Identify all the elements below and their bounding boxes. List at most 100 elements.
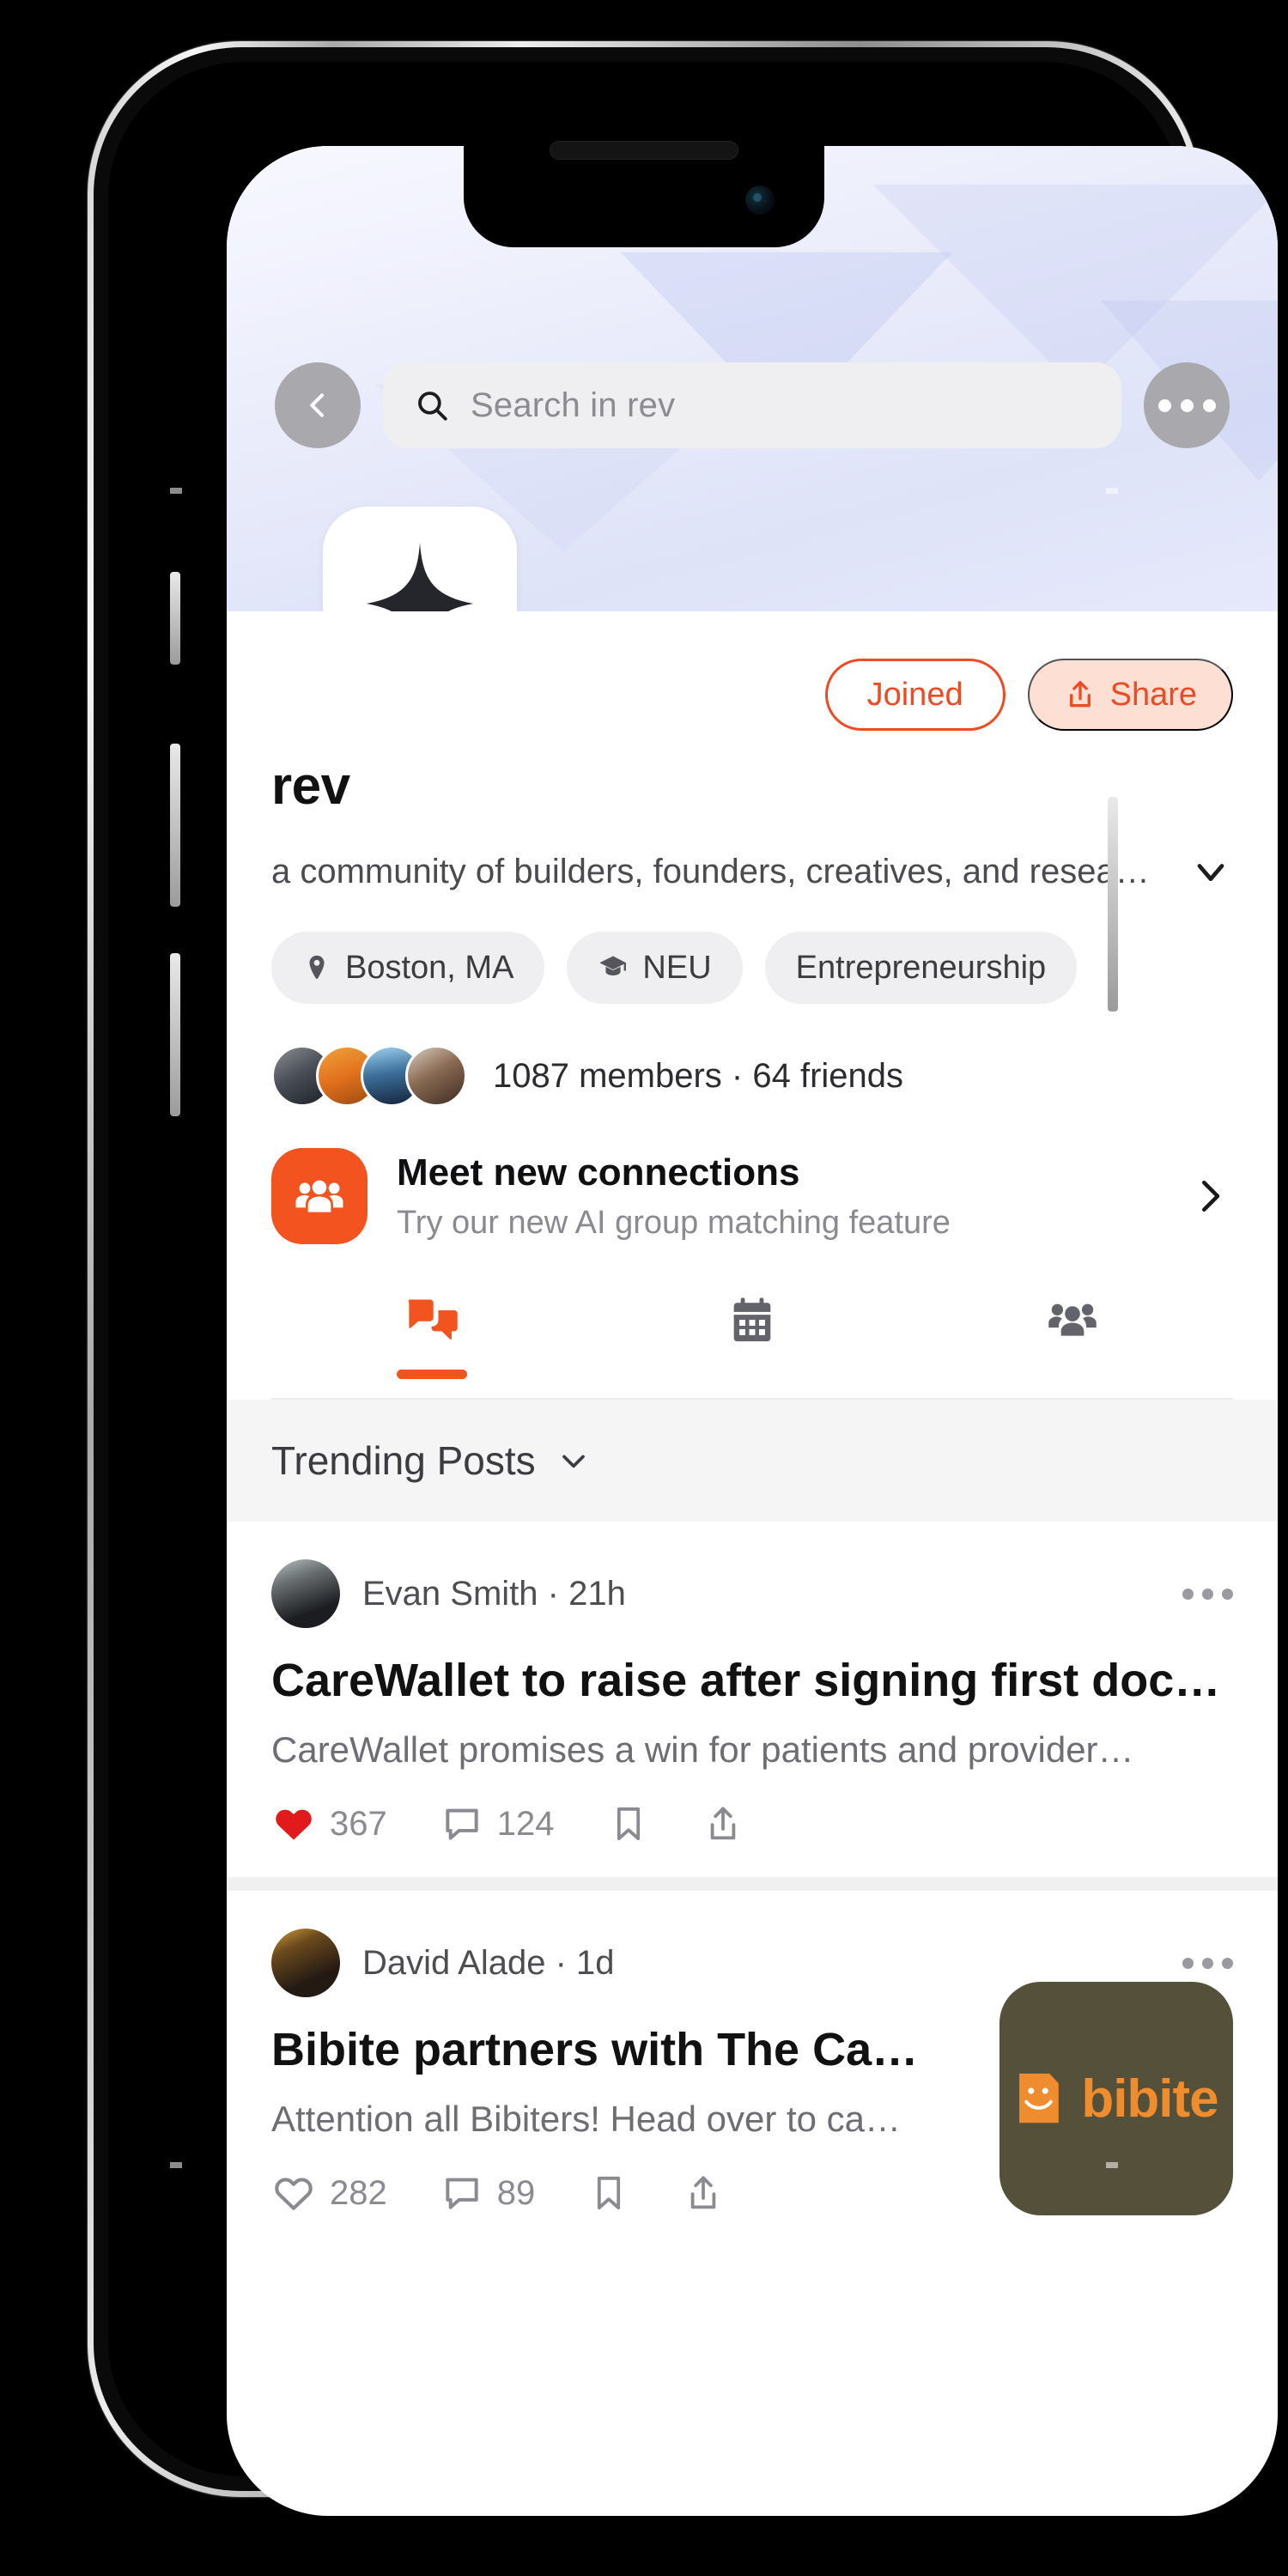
group-description: a community of builders, founders, creat… [271,852,1150,890]
calendar-icon [733,1297,771,1342]
post-more-button[interactable] [1182,1588,1233,1600]
people-group-icon [271,1148,368,1244]
chevron-down-icon[interactable] [555,1442,592,1479]
tag-topic[interactable]: Entrepreneurship [764,932,1078,1004]
location-pin-icon [309,955,325,979]
tab-posts[interactable] [271,1292,592,1398]
page-title: rev [271,756,350,816]
antenna-line [1106,2162,1118,2168]
post-more-button[interactable] [1182,1957,1233,1969]
group-logo [323,507,517,611]
people-group-glyph [295,1180,343,1212]
tag-label: Entrepreneurship [795,949,1047,986]
like-count: 282 [330,2173,387,2212]
phone-bezel: Search in rev Joined Share rev a communi… [94,47,1278,2516]
antenna-line [170,2162,182,2168]
share-label: Share [1109,676,1197,713]
share-upload-icon [1069,681,1091,708]
post-body: Attention all Bibiters! Head over to ca… [271,2099,902,2140]
bookmark-icon [617,1807,640,1841]
members-count: 1087 members · 64 friends [493,1056,904,1095]
post-title: Bibite partners with The Capital… [271,2024,924,2076]
phone-inner-bezel: Search in rev Joined Share rev a communi… [108,62,1278,2516]
connect-card-subtitle: Try our new AI group matching feature [397,1204,951,1241]
post-header: Evan Smith · 21h [271,1559,1233,1628]
tab-events[interactable] [592,1292,912,1398]
antenna-line [1106,488,1118,494]
power-button[interactable] [1108,797,1118,1012]
member-avatar-stack [271,1045,467,1107]
bookmark-button[interactable] [608,1803,649,1844]
post-share-button[interactable] [702,1803,744,1844]
trending-posts-label: Trending Posts [271,1438,536,1483]
like-button[interactable]: 282 [271,2171,387,2215]
antenna-line [170,488,182,494]
chevron-left-icon [310,393,324,417]
comment-button[interactable]: 124 [440,1802,555,1845]
post-thumbnail[interactable]: bibite [999,1982,1233,2216]
antenna-line [397,2445,403,2459]
phone-notch [464,141,824,247]
earpiece-speaker [550,141,738,160]
tab-active-indicator [396,1370,467,1379]
tag-label: NEU [642,949,712,986]
people-group-icon [1048,1303,1097,1336]
post-body: CareWallet promises a win for patients a… [271,1729,1134,1771]
ellipsis-icon [1157,398,1216,412]
tab-active-indicator [1037,1366,1108,1376]
comment-count: 124 [496,1804,555,1843]
meet-new-connections-card[interactable]: Meet new connections Try our new AI grou… [271,1148,1233,1244]
screenshot-stage: Search in rev Joined Share rev a communi… [0,0,1288,2576]
tag-location[interactable]: Boston, MA [271,932,545,1004]
volume-up-button[interactable] [170,744,180,907]
group-description-row[interactable]: a community of builders, founders, creat… [271,849,1233,894]
more-options-button[interactable] [1144,362,1230,448]
comment-count: 89 [496,2173,536,2212]
search-placeholder: Search in rev [471,386,676,424]
group-actions: Joined Share [271,611,1233,737]
volume-down-button[interactable] [170,953,180,1116]
back-button[interactable] [275,362,361,448]
share-upload-icon [710,1807,735,1840]
top-navigation-bar: Search in rev [227,362,1278,448]
tab-members[interactable] [913,1292,1233,1398]
chevron-right-icon[interactable] [1187,1173,1233,1219]
connect-card-text: Meet new connections Try our new AI grou… [397,1151,1157,1242]
comment-bubble-icon [446,2178,478,2209]
heart-outline-icon [275,2178,313,2211]
avatar [405,1045,467,1107]
comment-bubble-icon [446,1808,478,1840]
phone-screen: Search in rev Joined Share rev a communi… [227,146,1278,2516]
group-tab-bar [271,1292,1233,1400]
trending-posts-selector[interactable]: Trending Posts [227,1400,1278,1522]
post-card[interactable]: Evan Smith · 21h CareWallet to raise aft… [227,1522,1278,1878]
joined-button[interactable]: Joined [824,659,1005,731]
post-share-button[interactable] [683,2172,724,2214]
avatar[interactable] [271,1929,340,1998]
group-tags: Boston, MA NEU Entrepreneurship [271,932,1233,1004]
post-actions: 367 124 [271,1801,1233,1846]
bookmark-button[interactable] [588,2172,629,2214]
mute-switch[interactable] [170,572,180,665]
post-author-meta: David Alade · 1d [362,1943,615,1982]
group-profile-section: Joined Share rev a community of builders… [227,611,1278,1400]
post-card[interactable]: David Alade · 1d Bibite partners with Th… [227,1877,1278,2247]
avatar[interactable] [271,1559,340,1628]
heart-filled-icon [276,1809,312,1840]
connect-card-title: Meet new connections [397,1151,800,1194]
share-upload-icon [690,2176,716,2209]
tag-school[interactable]: NEU [567,932,743,1004]
bibite-mascot-icon [1019,2074,1060,2123]
four-point-star-icon [366,542,474,611]
like-button[interactable]: 367 [271,1801,387,1846]
comment-button[interactable]: 89 [440,2172,536,2215]
chevron-down-icon[interactable] [1188,849,1233,894]
graduation-cap-icon [599,956,627,975]
bookmark-icon [598,2177,621,2210]
share-button[interactable]: Share [1027,659,1233,731]
members-row[interactable]: 1087 members · 64 friends [271,1045,1233,1107]
tag-label: Boston, MA [345,949,514,986]
search-icon [418,392,447,421]
search-input[interactable]: Search in rev [383,362,1121,448]
thumbnail-label: bibite [1081,2069,1218,2129]
